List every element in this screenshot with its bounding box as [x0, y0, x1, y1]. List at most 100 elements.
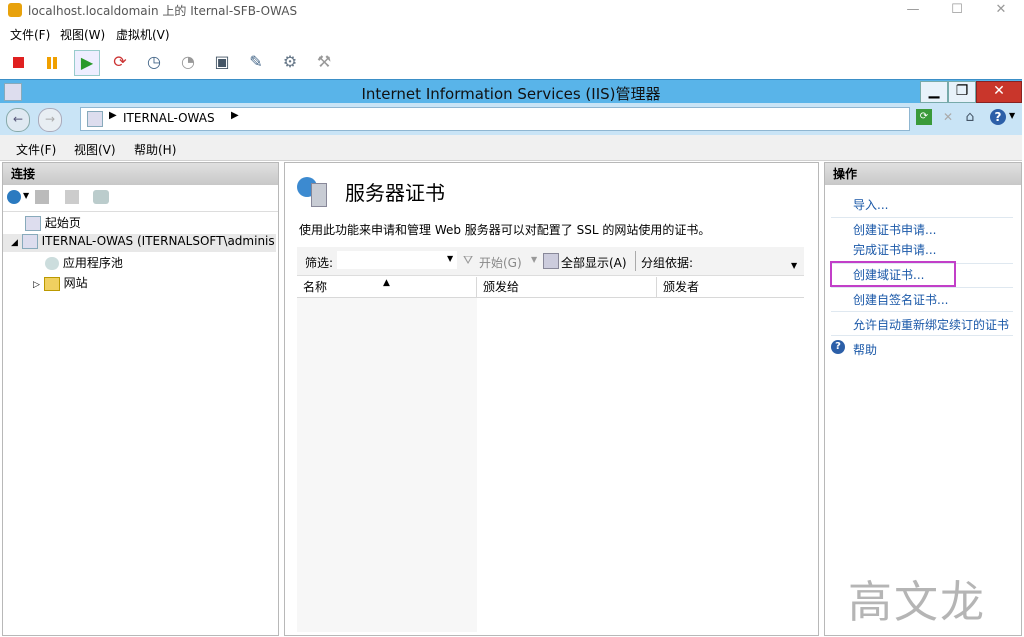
stop-nav-icon[interactable]: ✕ [940, 109, 956, 125]
tools-icon[interactable]: ⚙ [278, 50, 302, 74]
action-separator [831, 217, 1013, 218]
group-by-label[interactable]: 分组依据: [641, 254, 693, 271]
back-icon[interactable]: ← [6, 108, 30, 132]
collapse-icon[interactable]: ◢ [11, 238, 18, 248]
minimize-icon[interactable]: — [890, 0, 936, 22]
iis-minimize-icon[interactable]: ▁ [920, 81, 948, 103]
action-create-request[interactable]: 创建证书申请... [853, 221, 936, 238]
vmware-logo-icon [8, 3, 22, 17]
funnel-icon: ⛛ [463, 253, 474, 267]
revert-icon[interactable]: ◔ [176, 50, 200, 74]
action-import[interactable]: 导入... [853, 196, 888, 213]
help-circle-icon: ? [831, 340, 845, 354]
forward-icon[interactable]: → [38, 108, 62, 132]
certificates-list: 名称 ▲ 颁发给 颁发者 [297, 277, 804, 632]
up-icon[interactable] [65, 190, 79, 204]
refresh-icon[interactable]: ⟳ [916, 109, 932, 125]
start-page-label: 起始页 [44, 216, 81, 230]
page-title: 服务器证书 [345, 181, 445, 205]
tree-item-app-pools[interactable]: 应用程序池 [45, 254, 123, 270]
connect-icon[interactable]: ⚒ [312, 50, 336, 74]
server-node-icon [21, 234, 38, 249]
toolbar-overflow-icon[interactable]: ▼ [791, 261, 797, 270]
help-icon[interactable]: ? [990, 109, 1006, 125]
help-dropdown-icon[interactable]: ▼ [1009, 111, 1015, 120]
close-icon[interactable]: ✕ [978, 0, 1024, 22]
tree-item-sites[interactable]: ▷ 网站 [33, 274, 88, 291]
iis-window-title: Internet Information Services (IIS)管理器 [361, 85, 661, 103]
iis-menu-file[interactable]: 文件(F) [16, 141, 56, 158]
action-separator [831, 311, 1013, 312]
filter-label: 筛选: [305, 256, 334, 270]
filter-bar: 筛选: ▼ ⛛ 开始(G) ▼ 全部显示(A) 分组依据: ▼ [297, 247, 804, 276]
snapshot-manager-icon[interactable]: ▣ [210, 50, 234, 74]
iis-menu-bar: 文件(F) 视图(V) 帮助(H) [0, 135, 1022, 161]
breadcrumb-chevron-icon[interactable]: ▶ [231, 110, 239, 121]
play-icon[interactable]: ▶ [74, 50, 100, 76]
stop-icon[interactable] [6, 50, 30, 74]
action-help[interactable]: 帮助 [853, 341, 877, 358]
iis-address-bar: ← → ▶ ITERNAL-OWAS ▶ ⟳ ✕ ⌂ ? ▼ [0, 103, 1022, 135]
list-header: 名称 ▲ 颁发给 颁发者 [297, 277, 804, 298]
iis-menu-view[interactable]: 视图(V) [74, 141, 116, 158]
vm-menu-file[interactable]: 文件(F) [10, 26, 50, 43]
certificate-feature-icon [297, 177, 327, 207]
show-all-button[interactable]: 全部显示(A) [561, 254, 627, 271]
vm-window-title: localhost.localdomain 上的 Iternal-SFB-OWA… [28, 4, 298, 18]
save-icon[interactable] [35, 190, 49, 204]
address-box[interactable]: ▶ ITERNAL-OWAS ▶ [80, 107, 910, 131]
connections-pane: 连接 ▼ 起始页 ◢ ITERNAL-OWAS (ITERNALSOFT\adm… [2, 162, 279, 636]
start-page-icon [25, 216, 41, 231]
pause-icon[interactable] [40, 50, 64, 74]
toolbar-divider [635, 251, 636, 271]
watermark: 高文龙 [848, 577, 986, 628]
action-separator [831, 287, 1013, 288]
sites-label: 网站 [63, 276, 88, 290]
column-issuer[interactable]: 颁发者 [657, 277, 804, 297]
name-column-body [297, 298, 477, 632]
vm-menu-vm[interactable]: 虚拟机(V) [116, 26, 170, 43]
tree-item-server[interactable]: ◢ ITERNAL-OWAS (ITERNALSOFT\adminis [3, 234, 276, 252]
maximize-icon[interactable]: ☐ [934, 0, 980, 22]
server-label: ITERNAL-OWAS (ITERNALSOFT\adminis [41, 234, 275, 248]
actions-pane: 操作 导入... 创建证书申请... 完成证书申请... 创建域证书... 创建… [824, 162, 1022, 636]
folder-icon [43, 276, 60, 291]
filter-input[interactable] [337, 251, 457, 269]
disconnect-icon[interactable] [93, 190, 109, 204]
breadcrumb-server[interactable]: ITERNAL-OWAS [123, 111, 215, 125]
go-button[interactable]: 开始(G) [479, 254, 522, 271]
tree-item-start-page[interactable]: 起始页 [25, 214, 81, 231]
connect-dropdown-icon[interactable]: ▼ [23, 191, 29, 200]
action-create-domain-cert[interactable]: 创建域证书... [853, 266, 924, 283]
actions-header: 操作 [825, 163, 1021, 185]
go-dropdown-icon[interactable]: ▼ [531, 255, 537, 264]
sort-ascending-icon: ▲ [383, 278, 390, 288]
connections-header: 连接 [3, 163, 278, 185]
iis-title-bar: Internet Information Services (IIS)管理器 ▁… [0, 79, 1022, 104]
vm-menu-view[interactable]: 视图(W) [60, 26, 105, 43]
app-pools-label: 应用程序池 [62, 256, 123, 270]
filter-dropdown-icon[interactable]: ▼ [447, 254, 453, 263]
iis-close-icon[interactable]: ✕ [976, 81, 1022, 103]
reset-icon[interactable]: ⟳ [108, 50, 132, 74]
iis-menu-help[interactable]: 帮助(H) [134, 141, 176, 158]
iis-restore-icon[interactable]: ❐ [948, 81, 976, 103]
action-create-self-signed[interactable]: 创建自签名证书... [853, 291, 948, 308]
action-auto-rebind[interactable]: 允许自动重新绑定续订的证书 [853, 316, 1009, 333]
settings-icon[interactable]: ✎ [244, 50, 268, 74]
home-icon[interactable]: ⌂ [962, 108, 978, 126]
page-description: 使用此功能来申请和管理 Web 服务器可以对配置了 SSL 的网站使用的证书。 [299, 223, 711, 237]
vm-menu-bar: 文件(F) 视图(W) 虚拟机(V) [0, 22, 1024, 44]
vm-title-bar: localhost.localdomain 上的 Iternal-SFB-OWA… [0, 0, 1024, 22]
action-complete-request[interactable]: 完成证书申请... [853, 241, 936, 258]
expand-icon[interactable]: ▷ [33, 280, 40, 290]
snapshot-icon[interactable]: ◷ [142, 50, 166, 74]
server-icon [87, 111, 103, 127]
connect-globe-icon[interactable] [7, 190, 21, 204]
action-separator [831, 335, 1013, 336]
connections-toolbar: ▼ [3, 185, 278, 212]
vm-toolbar: ▶ ⟳ ◷ ◔ ▣ ✎ ⚙ ⚒ [0, 44, 1024, 78]
server-certificates-pane: 服务器证书 使用此功能来申请和管理 Web 服务器可以对配置了 SSL 的网站使… [284, 162, 819, 636]
column-issued-to[interactable]: 颁发给 [477, 277, 657, 297]
breadcrumb-arrow-icon: ▶ [109, 110, 117, 121]
